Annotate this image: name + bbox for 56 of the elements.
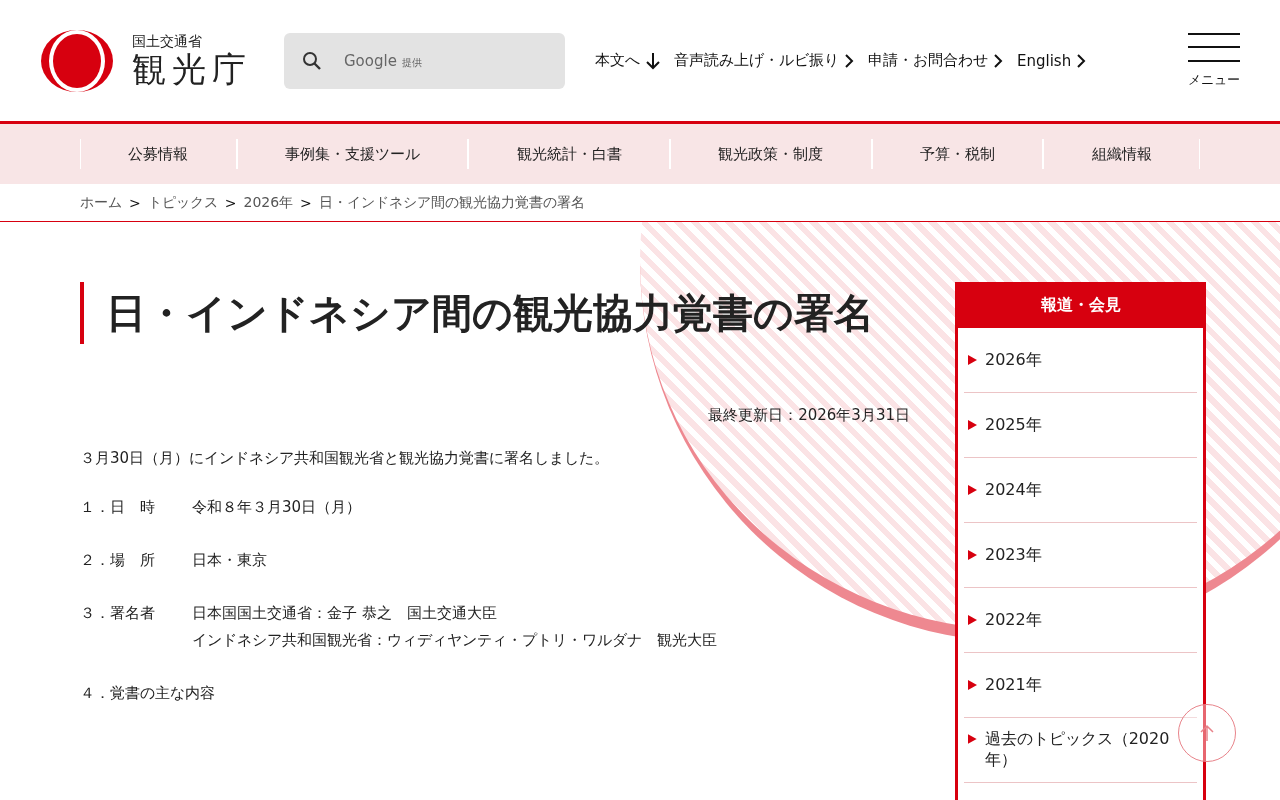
chevron-right-icon	[994, 53, 1003, 68]
header-link[interactable]: 本文へ	[595, 51, 660, 70]
breadcrumb-current-page: 日・インドネシア間の観光協力覚書の署名	[318, 193, 585, 212]
sidebar-link[interactable]: 2026年	[964, 339, 1046, 381]
global-nav-link[interactable]: 公募情報	[80, 139, 237, 169]
search-field[interactable]: Google 提供	[284, 32, 565, 89]
sidebar-link[interactable]: 過去のトピックス（2020年）	[964, 719, 1197, 781]
item-value: 令和８年３月30日（月）	[192, 497, 362, 518]
lead-paragraph: ３月30日（月）にインドネシア共和国観光省と観光協力覚書に署名しました。	[80, 449, 611, 468]
item-value: インドネシア共和国観光省：ウィディヤンティ・プトリ・ワルダナ 観光大臣	[192, 630, 717, 651]
page-title: 日・インドネシア間の観光協力覚書の署名	[80, 282, 906, 344]
search-placeholder: Google 提供	[344, 51, 422, 70]
header-link[interactable]: 音声読み上げ・ルビ振り	[674, 51, 854, 70]
sidebar-title: 報道・会見	[958, 285, 1203, 328]
item-label: ３．署名者	[80, 603, 156, 624]
triangle-icon	[968, 549, 977, 560]
chevron-right-icon	[1077, 53, 1087, 68]
item-label: １．日 時	[80, 497, 156, 518]
down-arrow-icon	[646, 51, 660, 70]
triangle-icon	[968, 614, 977, 625]
sidebar-link[interactable]: 2022年	[964, 599, 1046, 641]
logo-icon	[40, 28, 114, 93]
sidebar-link[interactable]: 2024年	[964, 469, 1046, 511]
hamburger-icon	[1188, 32, 1240, 63]
breadcrumb-link[interactable]: トピックス	[147, 193, 218, 212]
global-nav-link[interactable]: 観光統計・白書	[468, 139, 670, 169]
global-nav-link[interactable]: 組織情報	[1043, 139, 1201, 169]
global-nav-link[interactable]: 観光政策・制度	[670, 139, 872, 169]
sidebar-link[interactable]: 2021年	[964, 664, 1046, 706]
breadcrumb-link[interactable]: 2026年	[243, 193, 294, 212]
chevron-right-icon	[845, 53, 854, 68]
global-nav-link[interactable]: 事例集・支援ツール	[236, 139, 469, 169]
breadcrumb-separator: >	[300, 194, 312, 211]
breadcrumb-separator: >	[129, 194, 141, 211]
item-label: ２．場 所	[80, 550, 156, 571]
up-arrow-icon	[1199, 724, 1215, 742]
menu-button[interactable]: メニュー	[1188, 32, 1240, 89]
agency-name: 観光庁	[132, 50, 252, 89]
triangle-icon	[968, 679, 977, 690]
sidebar-link[interactable]: 2023年	[964, 534, 1046, 576]
triangle-icon	[968, 354, 977, 365]
item-value: 日本・東京	[192, 550, 267, 571]
search-icon	[302, 50, 322, 71]
header-link[interactable]: 申請・お問合わせ	[868, 51, 1003, 70]
triangle-icon	[968, 734, 977, 744]
breadcrumb-link[interactable]: ホーム	[80, 193, 122, 212]
updated-date: 最終更新日：2026年3月31日	[707, 406, 910, 425]
global-nav-link[interactable]: 予算・税制	[871, 139, 1044, 169]
sidebar-link[interactable]: 2025年	[964, 404, 1046, 446]
item-value: 日本国国土交通省：金子 恭之 国土交通大臣	[192, 603, 498, 624]
triangle-icon	[968, 484, 977, 495]
ministry-name: 国土交通省	[132, 32, 203, 51]
item-label: ４．覚書の主な内容	[80, 683, 215, 704]
breadcrumb-separator: >	[224, 194, 237, 211]
triangle-icon	[968, 419, 977, 430]
header-link[interactable]: English	[1017, 51, 1087, 70]
